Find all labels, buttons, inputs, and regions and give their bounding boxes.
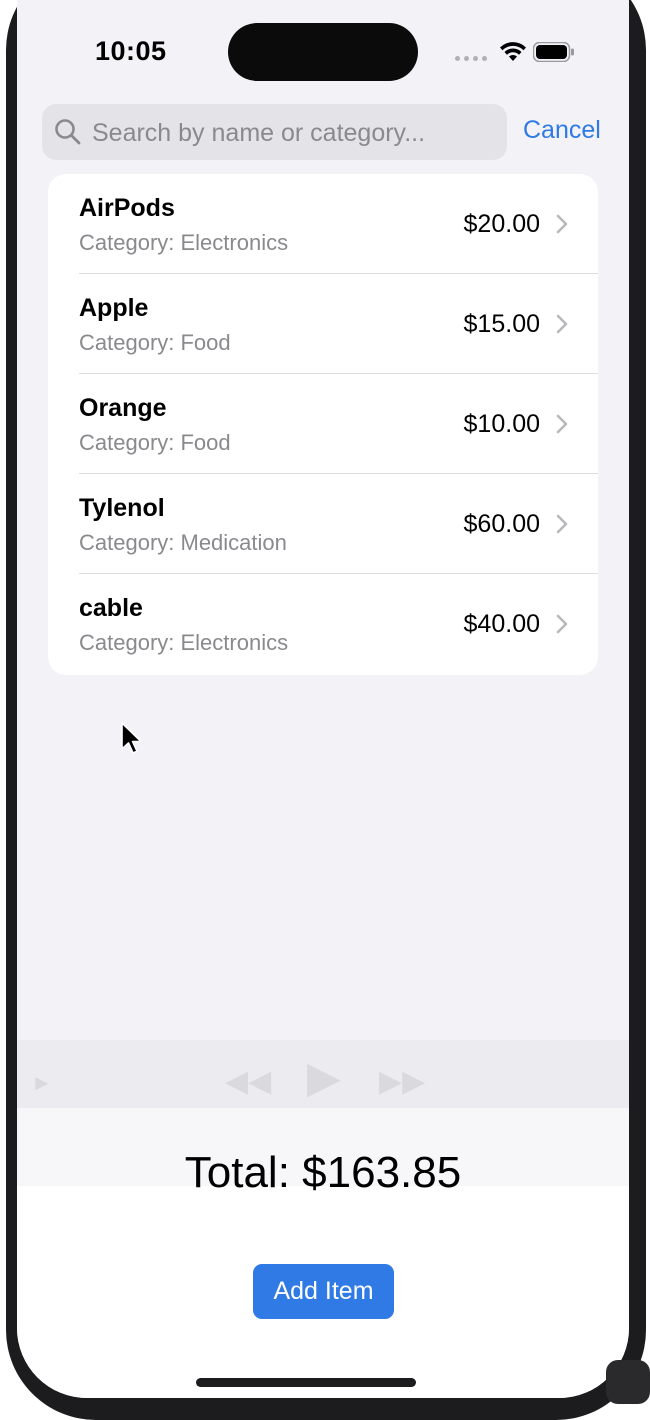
item-price: $10.00: [463, 410, 540, 438]
dynamic-island: [228, 23, 418, 81]
status-time: 10:05: [95, 36, 167, 66]
search-input[interactable]: [90, 104, 494, 162]
item-price: $60.00: [463, 510, 540, 538]
home-indicator[interactable]: [196, 1378, 416, 1387]
cancel-button[interactable]: Cancel: [523, 116, 601, 145]
items-list: AirPods Category: Electronics $20.00 App…: [48, 174, 598, 675]
live-text-icon[interactable]: [606, 1360, 650, 1404]
item-category: Category: Food: [79, 430, 231, 455]
search-bar: Cancel: [17, 104, 629, 162]
list-item[interactable]: cable Category: Electronics $40.00: [48, 574, 598, 674]
item-name: cable: [79, 594, 143, 622]
fast-forward-icon: ▶▶: [379, 1065, 426, 1098]
battery-icon: [533, 42, 574, 62]
search-icon: [55, 119, 81, 145]
item-name: Orange: [79, 394, 167, 422]
item-price: $40.00: [463, 610, 540, 638]
item-category: Category: Medication: [79, 530, 287, 555]
list-item[interactable]: AirPods Category: Electronics $20.00: [48, 174, 598, 274]
rewind-icon: ◀◀: [225, 1065, 272, 1098]
device-frame: 10:05 Ca: [0, 0, 650, 1420]
list-item[interactable]: Orange Category: Food $10.00: [48, 374, 598, 474]
play-icon: ▶: [307, 1053, 341, 1102]
item-price: $20.00: [463, 210, 540, 238]
item-category: Category: Food: [79, 330, 231, 355]
item-name: Tylenol: [79, 494, 165, 522]
status-bar: 10:05: [17, 0, 629, 90]
total-label: Total: $163.85: [184, 1148, 462, 1197]
cellular-signal-icon: [455, 56, 487, 61]
item-price: $15.00: [463, 310, 540, 338]
list-item[interactable]: Apple Category: Food $15.00: [48, 274, 598, 374]
chevron-right-icon: [556, 614, 568, 634]
add-item-button[interactable]: Add Item: [253, 1264, 394, 1319]
list-item[interactable]: Tylenol Category: Medication $60.00: [48, 474, 598, 574]
chevron-right-icon: [556, 414, 568, 434]
video-overlay-ghost: ► ◀◀ ▶ ▶▶: [17, 1040, 629, 1108]
chevron-right-icon: [556, 314, 568, 334]
app-screen: 10:05 Ca: [17, 0, 629, 1398]
wifi-icon: [500, 42, 526, 61]
item-name: AirPods: [79, 194, 175, 222]
item-category: Category: Electronics: [79, 630, 289, 655]
search-field[interactable]: [42, 104, 507, 162]
volume-icon: ►: [31, 1070, 53, 1095]
chevron-right-icon: [556, 514, 568, 534]
mouse-cursor-icon: [121, 722, 142, 754]
item-name: Apple: [79, 294, 149, 322]
chevron-right-icon: [556, 214, 568, 234]
item-category: Category: Electronics: [79, 230, 289, 255]
